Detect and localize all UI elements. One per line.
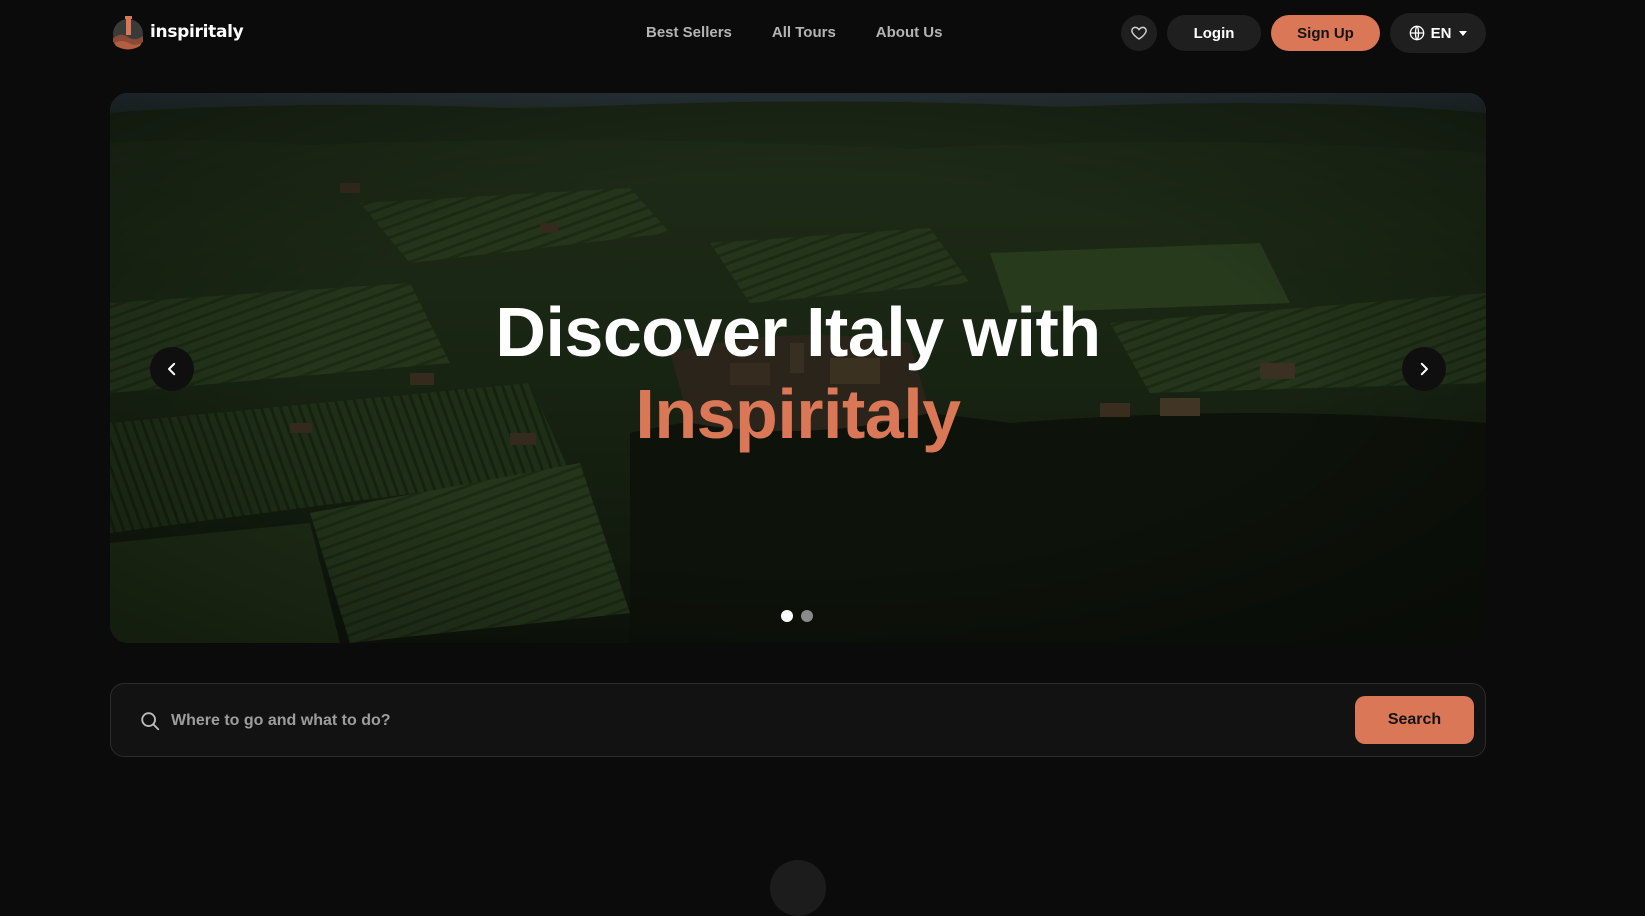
heart-icon	[1131, 26, 1147, 40]
search-button[interactable]: Search	[1355, 696, 1474, 744]
nav-all-tours[interactable]: All Tours	[772, 22, 836, 44]
hero-title-line1: Discover Italy with	[495, 293, 1101, 371]
favorites-button[interactable]	[1121, 15, 1157, 51]
brand-name: inspiritaly	[150, 22, 244, 42]
carousel-dot-2[interactable]	[801, 610, 813, 622]
tower-logo-icon	[113, 16, 143, 50]
scroll-indicator[interactable]	[770, 860, 826, 916]
carousel-next-button[interactable]	[1402, 347, 1446, 391]
language-selector[interactable]: EN	[1390, 13, 1486, 53]
language-label: EN	[1430, 24, 1452, 42]
search-icon	[141, 712, 160, 731]
site-header: inspiritaly Best Sellers All Tours About…	[0, 0, 1645, 66]
hero-carousel: Discover Italy with Inspiritaly	[110, 93, 1486, 643]
chevron-left-icon	[168, 362, 176, 376]
login-button[interactable]: Login	[1167, 15, 1261, 51]
search-input[interactable]	[171, 704, 1321, 738]
search-bar: Search	[110, 683, 1486, 757]
signup-button[interactable]: Sign Up	[1271, 15, 1380, 51]
main-nav: Best Sellers All Tours About Us	[646, 22, 942, 44]
nav-best-sellers[interactable]: Best Sellers	[646, 22, 732, 44]
carousel-prev-button[interactable]	[150, 347, 194, 391]
hero-title-line2: Inspiritaly	[635, 375, 961, 453]
hero-title: Discover Italy with Inspiritaly	[110, 291, 1486, 455]
chevron-right-icon	[1420, 362, 1428, 376]
nav-about-us[interactable]: About Us	[876, 22, 943, 44]
brand-logo[interactable]: inspiritaly	[112, 12, 244, 52]
globe-icon	[1409, 25, 1424, 41]
chevron-down-icon	[1459, 30, 1468, 36]
carousel-dot-1[interactable]	[781, 610, 793, 622]
carousel-dots	[781, 610, 813, 622]
